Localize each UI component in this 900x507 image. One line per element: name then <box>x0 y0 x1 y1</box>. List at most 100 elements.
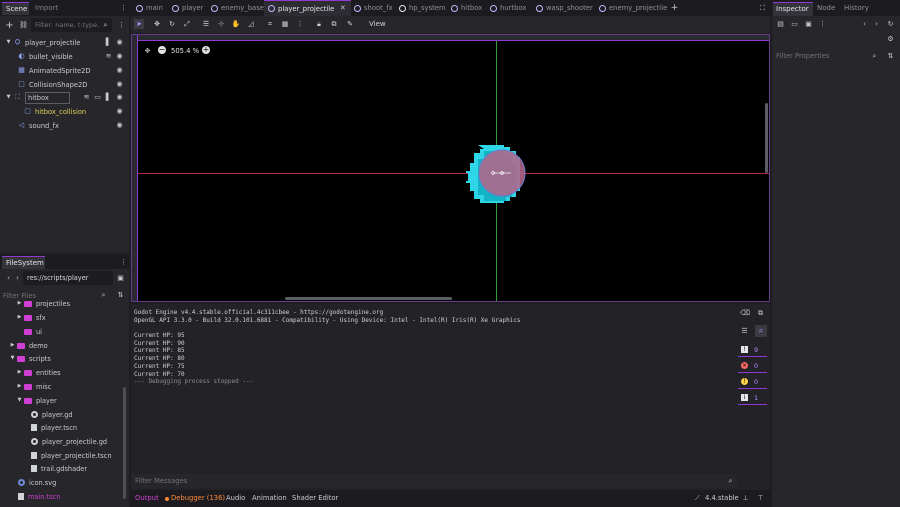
visibility-eye-icon[interactable]: ◉ <box>115 52 124 61</box>
skeleton-icon[interactable]: ✎ <box>345 19 355 29</box>
rotate-tool-icon[interactable]: ↻ <box>167 19 177 29</box>
visibility-eye-icon[interactable]: ◉ <box>115 38 124 47</box>
editor-tab-player-projectile[interactable]: player_projectile ✕ <box>264 0 352 16</box>
pin-panel-icon[interactable]: ⊥ <box>741 494 750 503</box>
editor-tab-hitbox[interactable]: hitbox <box>451 2 482 14</box>
distraction-free-icon[interactable]: ⛶ <box>758 4 767 13</box>
filter-errors-toggle[interactable]: × 0 <box>738 359 767 373</box>
file-tree-file-player-projectile-gd[interactable]: player_projectile.gd <box>0 435 122 448</box>
collapse-arrow-icon[interactable]: ▼ <box>4 93 13 102</box>
object-history-icon[interactable]: ↻ <box>886 20 895 29</box>
editor-tab-hurtbox[interactable]: hurtbox <box>490 2 526 14</box>
file-tree-folder-misc[interactable]: ▶ misc <box>0 380 122 393</box>
tab-history[interactable]: History <box>844 4 869 12</box>
list-select-icon[interactable]: ☰ <box>201 19 211 29</box>
file-tree-folder-scripts[interactable]: ▼ scripts <box>0 352 122 365</box>
grid-snap-icon[interactable]: ▦ <box>280 19 290 29</box>
tree-node-player-projectile[interactable]: ▼ ⛭ player_projectile ▌ ◉ <box>0 36 129 49</box>
collapse-arrow-icon[interactable]: ▶ <box>15 300 24 308</box>
file-tree-file-icon-svg[interactable]: icon.svg <box>0 476 122 489</box>
clear-output-icon[interactable]: ⌫ <box>740 309 750 318</box>
collapse-arrow-icon[interactable]: ▼ <box>4 38 13 47</box>
zoom-in-button[interactable]: + <box>202 46 210 54</box>
output-filter-input[interactable] <box>131 474 711 488</box>
forward-arrow-icon[interactable]: › <box>13 274 22 283</box>
viewport-vertical-scrollbar[interactable] <box>765 103 768 173</box>
bottom-tab-debugger[interactable]: Debugger (136) <box>171 494 225 502</box>
filter-info-toggle[interactable]: i 1 <box>738 391 767 405</box>
snap-options-icon[interactable]: ⋮ <box>295 19 305 29</box>
bottom-tab-animation[interactable]: Animation <box>252 494 287 502</box>
tree-node-collision-shape[interactable]: ▢ CollisionShape2D ◉ <box>0 78 129 91</box>
file-tree-file-main-tscn[interactable]: main.tscn <box>0 490 122 503</box>
file-tree-folder-ui[interactable]: ui <box>0 325 122 338</box>
file-tree-file-player-gd[interactable]: player.gd <box>0 408 122 421</box>
tab-inspector[interactable]: Inspector <box>773 2 813 16</box>
history-back-icon[interactable]: ‹ <box>860 20 869 29</box>
tree-node-bullet-visible[interactable]: ◐ bullet_visible ≋ ◉ <box>0 50 129 63</box>
tree-node-animated-sprite[interactable]: ▦ AnimatedSprite2D ◉ <box>0 64 129 77</box>
move-tool-icon[interactable]: ✥ <box>152 19 162 29</box>
editor-tab-player[interactable]: player <box>172 2 203 14</box>
bottom-tab-shader-editor[interactable]: Shader Editor <box>292 494 338 502</box>
save-resource-icon[interactable]: ▣ <box>804 20 813 29</box>
visibility-eye-icon[interactable]: ◉ <box>115 93 124 102</box>
inspector-filter-input[interactable] <box>774 49 866 63</box>
file-tree-folder-player[interactable]: ▼ player <box>0 394 122 407</box>
collapse-arrow-icon[interactable]: ▼ <box>8 354 17 363</box>
signal-icon[interactable]: ≋ <box>82 93 91 102</box>
lock-icon[interactable]: 🔒︎ <box>314 19 324 29</box>
inspector-filter-field[interactable]: ⌕ <box>774 49 880 63</box>
tree-node-hitbox[interactable]: ▼ ⛶ hitbox ≋ ▭ ▌ ◉ <box>0 91 129 104</box>
ruler-tool-icon[interactable]: ◿ <box>246 19 256 29</box>
signal-icon[interactable]: ≋ <box>104 52 113 61</box>
script-icon[interactable]: ▌ <box>104 38 113 47</box>
visibility-eye-icon[interactable]: ◉ <box>115 107 124 116</box>
copy-output-icon[interactable]: ⧉ <box>756 309 765 318</box>
visibility-eye-icon[interactable]: ◉ <box>115 66 124 75</box>
editor-tab-wasp-shooter[interactable]: wasp_shooter <box>536 2 593 14</box>
editor-tab-main[interactable]: main <box>136 2 163 14</box>
tab-node[interactable]: Node <box>817 4 835 12</box>
split-view-icon[interactable]: ▣ <box>116 274 125 283</box>
bottom-tab-audio[interactable]: Audio <box>226 494 245 502</box>
editor-tab-enemy-projectile[interactable]: enemy_projectile <box>599 2 667 14</box>
new-resource-icon[interactable]: ▤ <box>776 20 785 29</box>
move-view-icon[interactable]: ✥ <box>143 47 152 56</box>
tab-filesystem[interactable]: FileSystem <box>2 256 45 269</box>
collapse-duplicates-icon[interactable]: ☰ <box>740 327 749 336</box>
editor-tab-hp-system[interactable]: hp_system <box>399 2 446 14</box>
visibility-eye-icon[interactable]: ◉ <box>115 80 124 89</box>
projectile-sprite[interactable] <box>466 139 538 211</box>
group-icon[interactable]: ⧉ <box>329 19 339 29</box>
file-tree-folder-sfx[interactable]: ▶ sfx <box>0 311 122 324</box>
collapse-arrow-icon[interactable]: ▼ <box>15 396 24 405</box>
smart-snap-icon[interactable]: ⌗ <box>265 19 275 29</box>
instance-scene-icon[interactable]: ⛓ <box>19 21 28 30</box>
viewport-horizontal-scrollbar[interactable] <box>285 297 452 300</box>
view-menu[interactable]: View <box>369 20 386 28</box>
dock-menu-icon[interactable]: ⋮ <box>119 258 128 267</box>
close-icon[interactable]: ✕ <box>338 4 347 13</box>
collapse-arrow-icon[interactable]: ▶ <box>15 382 24 391</box>
file-tree-folder-entities[interactable]: ▶ entities <box>0 366 122 379</box>
file-tree-folder-projectiles[interactable]: ▶ projectiles <box>0 300 122 310</box>
editor-tab-shoot-fx[interactable]: shoot_fx <box>354 2 393 14</box>
filesystem-scrollbar[interactable] <box>123 387 126 499</box>
tree-node-hitbox-collision[interactable]: ▢ hitbox_collision ◉ <box>0 105 129 118</box>
group-icon[interactable]: ▭ <box>93 93 102 102</box>
collapse-arrow-icon[interactable]: ▶ <box>8 341 17 350</box>
scene-filter-field[interactable]: ⌕ <box>31 18 112 32</box>
scene-more-icon[interactable]: ⋮ <box>117 21 126 30</box>
history-forward-icon[interactable]: › <box>872 20 881 29</box>
select-tool-icon[interactable]: ➤ <box>134 19 144 29</box>
pan-tool-icon[interactable]: ✋ <box>231 19 241 29</box>
zoom-level[interactable]: 505.4 % <box>171 47 199 55</box>
visibility-eye-icon[interactable]: ◉ <box>115 121 124 130</box>
inspector-more-icon[interactable]: ⋮ <box>818 20 827 29</box>
output-filter-field[interactable]: ⌕ <box>131 474 737 488</box>
expand-panel-icon[interactable]: ⊤ <box>756 494 765 503</box>
bottom-tab-output[interactable]: Output <box>135 494 159 502</box>
scene-filter-input[interactable] <box>31 18 99 32</box>
filter-warnings-toggle[interactable]: ! 0 <box>738 375 767 389</box>
